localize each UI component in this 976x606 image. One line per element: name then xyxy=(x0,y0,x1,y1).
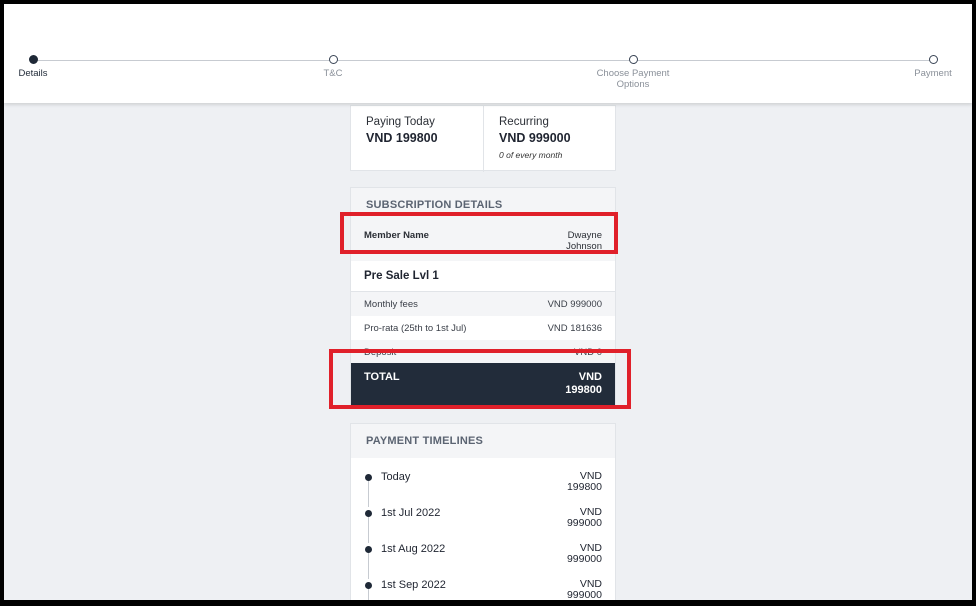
timeline-date: 1st Sep 2022 xyxy=(381,579,446,591)
step-label: T&C xyxy=(323,68,343,79)
app-frame: Details T&C Choose Payment Options Payme… xyxy=(4,4,972,600)
step-label: Payment xyxy=(914,68,952,79)
timeline-date: Today xyxy=(381,471,411,483)
payment-summary-card: Paying Today VND 199800 Recurring VND 99… xyxy=(350,105,617,172)
fee-row-deposit: Deposit VND 0 xyxy=(351,340,615,364)
timeline-dot-icon xyxy=(365,546,372,553)
timeline-date: 1st Jul 2022 xyxy=(381,507,441,519)
timeline-item: Today VND 199800 xyxy=(351,470,615,507)
paying-today-amount: VND 199800 xyxy=(366,131,438,145)
fee-value: VND 181636 xyxy=(547,322,602,334)
timeline-dot-icon xyxy=(365,510,372,517)
step-tc[interactable]: T&C xyxy=(278,55,388,79)
timeline-connector xyxy=(368,481,369,507)
plan-name: Pre Sale Lvl 1 xyxy=(364,270,439,282)
step-dot-icon xyxy=(928,55,938,64)
step-payment[interactable]: Payment xyxy=(878,55,972,79)
timeline-amount: VND 999000 xyxy=(566,506,602,529)
step-label: Choose Payment Options xyxy=(596,68,670,90)
plan-row: Pre Sale Lvl 1 xyxy=(351,261,615,292)
step-dot-icon xyxy=(28,55,38,64)
timeline-dot-icon xyxy=(365,474,372,481)
timeline-connector xyxy=(368,517,369,543)
member-name-row: Member Name Dwayne Johnson xyxy=(351,221,615,261)
recurring-section: Recurring VND 999000 0 of every month xyxy=(484,106,617,172)
payment-timelines-title: PAYMENT TIMELINES xyxy=(366,435,484,447)
recurring-note: 0 of every month xyxy=(499,150,563,160)
fee-row-prorata: Pro-rata (25th to 1st Jul) VND 181636 xyxy=(351,316,615,340)
timeline-dot-icon xyxy=(365,582,372,589)
fee-label: Deposit xyxy=(364,346,397,358)
timeline-amount: VND 199800 xyxy=(566,470,602,493)
progress-line xyxy=(33,60,933,61)
fee-value: VND 0 xyxy=(574,346,602,358)
member-name-value: Dwayne Johnson xyxy=(566,230,602,252)
fee-row-monthly: Monthly fees VND 999000 xyxy=(351,292,615,316)
step-dot-icon xyxy=(628,55,638,64)
paying-today-section: Paying Today VND 199800 xyxy=(351,106,484,172)
progress-header: Details T&C Choose Payment Options Payme… xyxy=(4,4,972,103)
subscription-details-title: SUBSCRIPTION DETAILS xyxy=(366,199,503,211)
timeline-amount: VND 999000 xyxy=(566,578,602,601)
member-name-label: Member Name xyxy=(364,230,429,241)
recurring-amount: VND 999000 xyxy=(499,131,571,145)
step-details[interactable]: Details xyxy=(4,55,88,79)
timeline-item: 1st Jul 2022 VND 999000 xyxy=(351,506,615,543)
timeline-connector xyxy=(368,553,369,579)
timeline-item: 1st Sep 2022 VND 999000 xyxy=(351,578,615,600)
total-row: TOTAL VND 199800 xyxy=(351,363,615,405)
fee-label: Monthly fees xyxy=(364,298,418,310)
timeline-connector xyxy=(368,589,369,600)
step-label: Details xyxy=(18,68,48,79)
step-dot-icon xyxy=(328,55,338,64)
total-value: VND 199800 xyxy=(565,371,602,396)
step-choose-payment-options[interactable]: Choose Payment Options xyxy=(578,55,688,90)
total-label: TOTAL xyxy=(364,371,400,383)
fee-label: Pro-rata (25th to 1st Jul) xyxy=(364,322,467,334)
paying-today-label: Paying Today xyxy=(366,116,435,128)
payment-timelines-card: PAYMENT TIMELINES Today VND 199800 1st J… xyxy=(350,423,616,600)
timeline-date: 1st Aug 2022 xyxy=(381,543,446,555)
fee-value: VND 999000 xyxy=(547,298,602,310)
timeline-item: 1st Aug 2022 VND 999000 xyxy=(351,542,615,579)
recurring-label: Recurring xyxy=(499,116,549,128)
timeline-amount: VND 999000 xyxy=(566,542,602,565)
subscription-details-card: SUBSCRIPTION DETAILS Member Name Dwayne … xyxy=(350,187,616,409)
